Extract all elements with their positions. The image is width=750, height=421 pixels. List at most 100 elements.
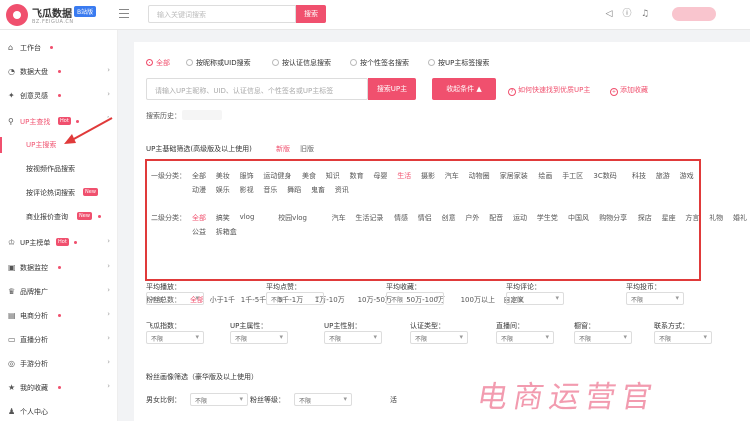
mode-radio-signature[interactable]: 按个性签名搜索 — [350, 58, 409, 68]
category-option[interactable]: 婚礼 — [733, 213, 747, 223]
search-history-item[interactable] — [182, 110, 222, 120]
filter-select[interactable]: 不限 — [654, 331, 712, 344]
category-option[interactable]: 情侣 — [418, 213, 432, 223]
category-option[interactable]: 汽车 — [332, 213, 346, 223]
category-option[interactable]: 绘画 — [538, 171, 552, 181]
category-option[interactable]: 知识 — [326, 171, 340, 181]
category-option[interactable]: 中国风 — [568, 213, 589, 223]
category-option[interactable]: 美食 — [302, 171, 316, 181]
sidebar-item-dashboard[interactable]: ◔ 数据大盘 › — [0, 64, 118, 80]
sidebar-item-favorites[interactable]: ★ 我的收藏 › — [0, 380, 118, 396]
category-option[interactable]: 舞蹈 — [287, 185, 301, 195]
sidebar-item-video-search[interactable]: 按视频作品搜索 — [0, 161, 118, 177]
category-option[interactable]: 运动健身 — [263, 171, 291, 181]
search-up-button[interactable]: 搜索UP主 — [368, 78, 416, 100]
category-option[interactable]: 家居家装 — [500, 171, 528, 181]
category-option[interactable]: 服饰 — [240, 171, 254, 181]
sidebar-item-monitor[interactable]: ▣ 数据监控 › — [0, 260, 118, 276]
add-favorite-link[interactable]: + 添加收藏 — [610, 85, 648, 96]
mode-radio-all[interactable]: 全部 — [146, 58, 170, 68]
fans-option[interactable]: 100万以上 — [461, 295, 495, 305]
fans-option[interactable]: 小于1千 — [210, 295, 235, 305]
collapse-conditions-button[interactable]: 收起条件 ▲ — [432, 78, 496, 100]
sidebar-item-up-search[interactable]: UP主搜索 — [0, 137, 118, 153]
filter-select[interactable]: 不限 — [410, 331, 468, 344]
sidebar-item-up-ranking[interactable]: ♔ UP主榜单 Hot › — [0, 235, 118, 251]
sidebar-item-ecommerce[interactable]: ▤ 电商分析 › — [0, 308, 118, 324]
category-option[interactable]: 动漫 — [192, 185, 206, 195]
category-option[interactable]: 母婴 — [373, 171, 387, 181]
menu-toggle-icon[interactable] — [119, 9, 129, 19]
category-option[interactable]: 摄影 — [421, 171, 435, 181]
sidebar-item-up-finder[interactable]: ⚲ UP主查找 Hot ˆ — [0, 114, 118, 130]
filter-select[interactable]: 不限 — [324, 331, 382, 344]
avatar[interactable] — [672, 7, 716, 21]
category-option[interactable]: 手工区 — [562, 171, 583, 181]
category-option[interactable]: 生活 — [397, 171, 411, 181]
category-option[interactable]: 创意 — [442, 213, 456, 223]
sidebar-item-live[interactable]: ▭ 直播分析 › — [0, 332, 118, 348]
category-option[interactable]: 配音 — [489, 213, 503, 223]
category-option[interactable]: 学生党 — [537, 213, 558, 223]
filter-select[interactable]: 不限 — [626, 292, 684, 305]
category-option[interactable]: 全部 — [192, 213, 206, 223]
category-option[interactable]: 旅游 — [656, 171, 670, 181]
sidebar-item-profile[interactable]: ♟ 个人中心 — [0, 404, 118, 420]
category-option[interactable]: 音乐 — [263, 185, 277, 195]
filter-select[interactable]: 不限 — [190, 393, 248, 406]
filter-select[interactable]: 不限 — [506, 292, 564, 305]
announcement-icon[interactable]: ◁ — [604, 9, 614, 19]
sidebar-item-workbench[interactable]: ⌂ 工作台 — [0, 40, 118, 56]
filter-select[interactable]: 不限 — [496, 331, 554, 344]
category-option[interactable]: 运动 — [513, 213, 527, 223]
category-option[interactable]: 影视 — [240, 185, 254, 195]
sidebar-item-game[interactable]: ◎ 手游分析 › — [0, 356, 118, 372]
category-option[interactable]: vlog — [240, 213, 255, 221]
category-option[interactable]: 全部 — [192, 171, 206, 181]
fans-option[interactable]: 1千-5千 — [241, 295, 266, 305]
headset-icon[interactable]: ♫ — [640, 9, 650, 19]
mode-radio-tag[interactable]: 按UP主标签搜索 — [428, 58, 489, 68]
category-option[interactable]: 拆箱盒 — [216, 227, 237, 237]
category-option[interactable]: 公益 — [192, 227, 206, 237]
category-option[interactable]: 探店 — [638, 213, 652, 223]
up-search-input[interactable]: 请输入UP主昵称、UID、认证信息、个性签名或UP主标签 — [146, 78, 368, 100]
tab-new-version[interactable]: 新版 — [276, 144, 290, 154]
filter-select[interactable]: 不限 — [386, 292, 444, 305]
category-option[interactable]: 情感 — [394, 213, 408, 223]
category-option[interactable]: 鬼畜 — [311, 185, 325, 195]
category-option[interactable]: 方言 — [685, 213, 699, 223]
tab-old-version[interactable]: 旧版 — [300, 144, 314, 154]
category-option[interactable]: 资讯 — [335, 185, 349, 195]
category-option[interactable]: 户外 — [465, 213, 479, 223]
global-search-input[interactable]: 输入关键词搜索 — [148, 5, 296, 23]
sidebar-item-inspiration[interactable]: ✦ 创意灵感 › — [0, 88, 118, 104]
category-option[interactable]: 校园vlog — [278, 213, 307, 223]
feigua-logo-icon[interactable] — [6, 4, 28, 26]
filter-select[interactable]: 不限 — [146, 331, 204, 344]
filter-select[interactable]: 不限 — [294, 393, 352, 406]
category-option[interactable]: 3C数码 — [593, 171, 616, 181]
filter-select[interactable]: 不限 — [574, 331, 632, 344]
category-option[interactable]: 星座 — [662, 213, 676, 223]
category-option[interactable]: 汽车 — [445, 171, 459, 181]
category-option[interactable]: 美妆 — [216, 171, 230, 181]
category-option[interactable]: 数育 — [350, 171, 364, 181]
category-option[interactable]: 购物分享 — [599, 213, 627, 223]
mode-radio-cert[interactable]: 按认证信息搜索 — [272, 58, 331, 68]
category-option[interactable]: 搞笑 — [216, 213, 230, 223]
global-search-button[interactable]: 搜索 — [296, 5, 326, 23]
category-option[interactable]: 礼物 — [709, 213, 723, 223]
filter-select[interactable]: 不限 — [230, 331, 288, 344]
sidebar-item-brand[interactable]: ♛ 品牌推广 › — [0, 284, 118, 300]
category-option[interactable]: 动物圈 — [469, 171, 490, 181]
sidebar-item-comment-search[interactable]: 按评论热词搜索 New — [0, 185, 118, 201]
category-option[interactable]: 游戏 — [680, 171, 694, 181]
category-option[interactable]: 科技 — [632, 171, 646, 181]
category-option[interactable]: 生活记录 — [355, 213, 383, 223]
filter-select[interactable]: 不限 — [146, 292, 204, 305]
filter-select[interactable]: 不限 — [266, 292, 324, 305]
how-to-find-link[interactable]: ? 如何快速找到优质UP主 — [508, 85, 590, 96]
mode-radio-nickname[interactable]: 按昵称或UID搜索 — [186, 58, 251, 68]
sidebar-item-price-query[interactable]: 商业报价查询 New — [0, 209, 118, 225]
